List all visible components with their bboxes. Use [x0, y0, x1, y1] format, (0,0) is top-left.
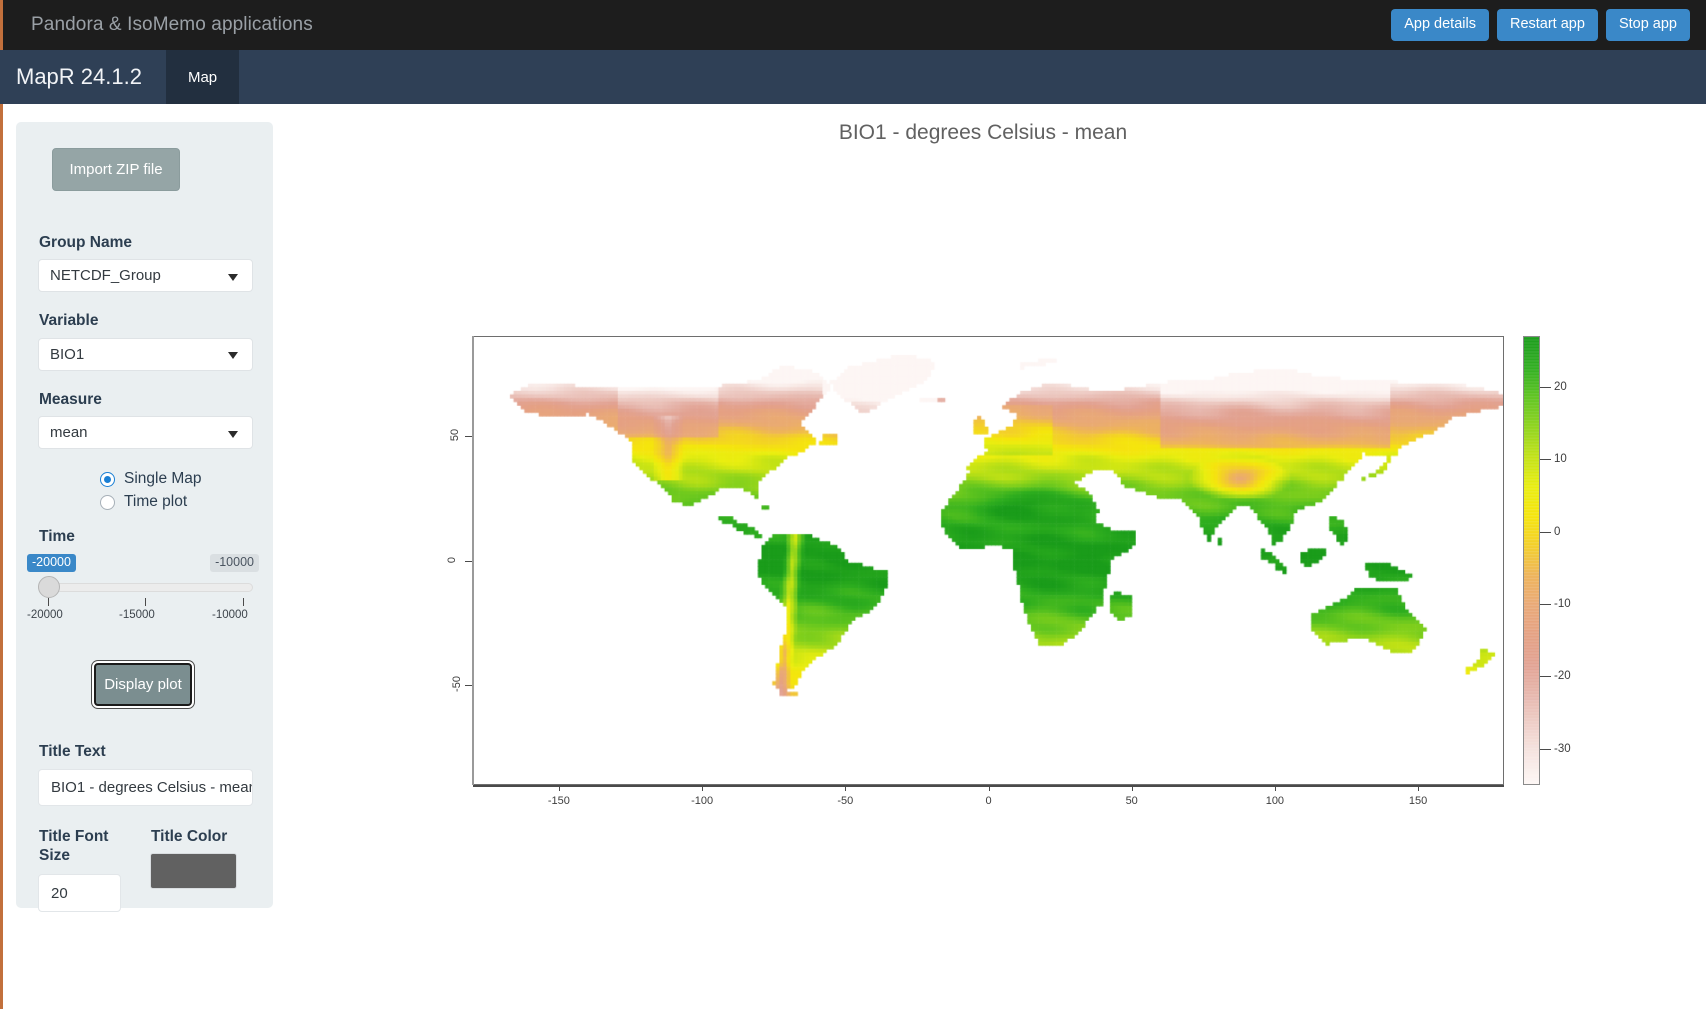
x-axis-tick: [1418, 785, 1420, 791]
time-slider-tick-label: -20000: [27, 609, 63, 622]
time-slider-tick: [48, 598, 49, 607]
title-color-label: Title Color: [150, 827, 228, 845]
time-slider-group: Time -20000 -10000 -20000 -15000 -10000: [27, 528, 259, 625]
x-axis-tick-label: 0: [985, 795, 992, 807]
y-axis-tick-label: -50: [450, 676, 463, 693]
variable-select[interactable]: BIO1: [38, 337, 253, 371]
x-axis-tick: [1131, 785, 1133, 791]
y-axis-tick: [465, 560, 472, 562]
tab-map[interactable]: Map: [165, 50, 240, 104]
time-slider-track-wrap[interactable]: [38, 576, 253, 599]
colorbar-legend: [1523, 336, 1540, 785]
radio-time-plot[interactable]: Time plot: [100, 493, 251, 511]
chevron-down-icon: [228, 273, 238, 281]
colorbar-tick: [1540, 676, 1551, 678]
import-zip-button[interactable]: Import ZIP file: [52, 148, 180, 191]
group-name-label: Group Name: [39, 234, 133, 251]
app-navbar: MapR 24.1.2 Map: [0, 50, 1706, 104]
radio-time-plot-input[interactable]: [100, 494, 115, 510]
colorbar-tick-label: -30: [1554, 742, 1571, 755]
time-slider-value-left: -20000: [27, 554, 76, 572]
time-slider-tick: [243, 598, 244, 607]
time-slider-handle[interactable]: [38, 576, 60, 599]
y-axis-line: [472, 336, 474, 785]
measure-label: Measure: [39, 390, 102, 408]
colorbar-tick: [1540, 459, 1551, 461]
sidebar-panel: Import ZIP file Group Name NETCDF_Group …: [16, 122, 273, 913]
y-axis-tick-label: 0: [446, 556, 459, 563]
time-slider-ticks: [38, 598, 253, 608]
x-axis-tick: [558, 785, 560, 791]
title-text-input[interactable]: BIO1 - degrees Celsius - mean: [38, 768, 253, 806]
map-plot-frame: [473, 336, 1504, 785]
restart-app-button[interactable]: Restart app: [1496, 9, 1598, 41]
colorbar-tick: [1540, 386, 1551, 388]
x-axis-tick-label: -150: [547, 795, 570, 807]
title-text-label: Title Text: [39, 743, 106, 761]
colorbar-tick-label: 0: [1554, 525, 1561, 538]
colorbar-tick-label: 20: [1554, 380, 1567, 393]
colorbar-tick: [1540, 603, 1551, 605]
x-axis-tick-label: 100: [1265, 795, 1285, 807]
x-axis-tick-label: -100: [691, 795, 714, 807]
title-font-size-group: Title Font Size 20: [38, 827, 150, 913]
time-slider-tick-label: -15000: [119, 609, 155, 622]
x-axis-tick-label: 150: [1408, 795, 1428, 807]
app-details-button[interactable]: App details: [1391, 9, 1489, 41]
x-axis-tick-label: 50: [1125, 795, 1138, 807]
radio-time-plot-label: Time plot: [124, 493, 188, 511]
world-temperature-heatmap: [474, 337, 1503, 784]
y-axis-tick: [465, 685, 472, 687]
x-axis-tick: [988, 785, 990, 791]
chevron-down-icon: [228, 352, 238, 360]
group-name-select[interactable]: NETCDF_Group: [38, 259, 253, 293]
topbar-actions: App details Restart app Stop app: [1391, 9, 1690, 41]
variable-label: Variable: [39, 312, 99, 330]
measure-value: mean: [50, 424, 88, 442]
colorbar-gradient: [1524, 337, 1539, 784]
x-axis-tick: [845, 785, 847, 791]
title-color-swatch[interactable]: [149, 852, 237, 889]
shinyapps-topbar: Pandora & IsoMemo applications App detai…: [0, 0, 1706, 50]
radio-single-map-label: Single Map: [124, 470, 202, 488]
time-slider-value-right: -10000: [210, 554, 259, 572]
radio-single-map-input[interactable]: [100, 471, 115, 487]
x-axis-tick: [702, 785, 704, 791]
app-brand[interactable]: MapR 24.1.2: [0, 50, 166, 104]
y-axis-tick-label: 50: [449, 428, 462, 441]
time-slider-tick: [145, 598, 146, 607]
x-axis-tick-label: -50: [837, 795, 854, 807]
time-slider-track[interactable]: [38, 583, 253, 593]
topbar-title: Pandora & IsoMemo applications: [31, 14, 313, 35]
colorbar-tick: [1540, 531, 1551, 533]
radio-single-map[interactable]: Single Map: [100, 470, 251, 488]
colorbar-tick-label: -20: [1554, 670, 1571, 683]
plot-mode-radio-group: Single Map Time plot: [38, 470, 251, 511]
stop-app-button[interactable]: Stop app: [1605, 9, 1690, 41]
time-slider-bubbles: -20000 -10000: [27, 554, 259, 573]
plot-title: BIO1 - degrees Celsius - mean: [838, 121, 1128, 144]
group-name-value: NETCDF_Group: [50, 267, 161, 285]
title-color-group: Title Color: [149, 827, 251, 913]
measure-select[interactable]: mean: [38, 416, 253, 450]
title-style-row: Title Font Size 20 Title Color: [38, 827, 251, 913]
time-slider-label: Time: [39, 528, 75, 546]
colorbar-tick-label: 10: [1554, 453, 1567, 466]
variable-value: BIO1: [50, 345, 85, 363]
time-slider-tick-labels: -20000 -15000 -10000: [27, 609, 253, 625]
plot-panel: BIO1 - degrees Celsius - mean -150 -100 -5…: [283, 104, 1706, 1009]
colorbar-tick-label: -10: [1554, 597, 1571, 610]
title-font-size-label: Title Font Size: [39, 827, 109, 864]
x-axis-tick: [1274, 785, 1276, 791]
title-font-size-input[interactable]: 20: [38, 874, 121, 913]
app-content: Import ZIP file Group Name NETCDF_Group …: [0, 104, 1706, 1009]
chevron-down-icon: [228, 430, 238, 438]
display-plot-button[interactable]: Display plot: [94, 663, 192, 707]
time-slider-tick-label: -10000: [212, 609, 248, 622]
colorbar-tick: [1540, 748, 1551, 750]
y-axis-tick: [465, 435, 472, 437]
